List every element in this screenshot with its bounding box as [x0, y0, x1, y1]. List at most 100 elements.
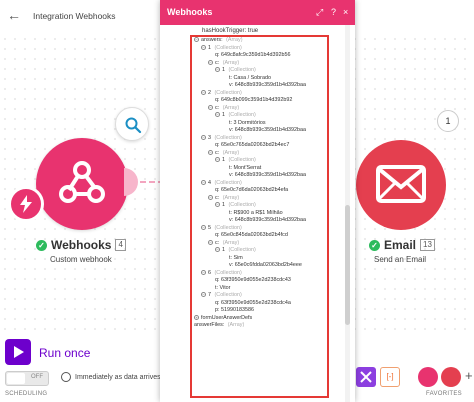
- tree-toggle-icon[interactable]: −: [215, 247, 220, 253]
- tree-row[interactable]: v: 648c8b939c359d1b4d392baa: [192, 82, 327, 90]
- tree-row[interactable]: t: Casa / Sobrado: [192, 75, 327, 83]
- tree-toggle-icon[interactable]: −: [215, 202, 220, 208]
- tree-row[interactable]: v: 65e0c6fdda02063bd2b4eee: [192, 262, 327, 270]
- tree-row-text: t: Vitor: [215, 284, 231, 291]
- tree-row[interactable]: −4 (Collection): [192, 180, 327, 188]
- search-icon[interactable]: [115, 107, 149, 141]
- tree-row-text: q: 649c8afc9c359d1b4d392b56: [215, 52, 291, 58]
- tree-row-text: 1: [222, 202, 227, 208]
- tree-row-type-hint: (Collection): [214, 269, 242, 276]
- tree-toggle-icon[interactable]: −: [201, 179, 206, 185]
- tree-row[interactable]: −1 (Collection): [192, 112, 327, 120]
- tree-row-text: formUserAnswerDefs: [201, 314, 253, 321]
- favorite-email-icon[interactable]: [441, 367, 461, 387]
- tree-row-type-hint: (Array): [222, 239, 240, 246]
- email-subtitle: Send an Email: [374, 255, 427, 264]
- tree-row[interactable]: − c: (Array): [192, 240, 327, 248]
- tree-row-type-hint: (Collection): [214, 44, 242, 51]
- panel-scrollbar[interactable]: [345, 25, 350, 402]
- tree-row[interactable]: −2 (Collection): [192, 90, 327, 98]
- tree-row[interactable]: −1 (Collection): [192, 157, 327, 165]
- schedule-text[interactable]: Immediately as data arrives.: [75, 374, 163, 381]
- tree-row-text: q: 65e0c765da02063bd2b4ec7: [215, 142, 290, 148]
- webhooks-module[interactable]: [36, 138, 128, 230]
- scheduling-label: SCHEDULING: [5, 391, 48, 397]
- tree-row[interactable]: t: Vitor: [192, 285, 327, 293]
- tree-toggle-icon[interactable]: −: [201, 224, 206, 230]
- close-icon[interactable]: ×: [343, 7, 348, 18]
- tree-row[interactable]: v: 648c8b939c359d1b4d392baa: [192, 172, 327, 180]
- tree-toggle-icon[interactable]: +: [194, 314, 199, 320]
- run-once-label[interactable]: Run once: [39, 346, 90, 360]
- tree-row[interactable]: − answers: (Array): [192, 37, 327, 45]
- tree-toggle-icon[interactable]: −: [201, 292, 206, 298]
- tree-toggle-icon[interactable]: −: [215, 157, 220, 163]
- tree-row-text: 1: [222, 247, 227, 253]
- tree-row[interactable]: q: 65e0c7d6da02063bd2b4efa: [192, 187, 327, 195]
- tree-row[interactable]: −3 (Collection): [192, 135, 327, 143]
- favorite-webhooks-icon[interactable]: [418, 367, 438, 387]
- tree-row[interactable]: − c: (Array): [192, 150, 327, 158]
- tree-row-text: t: Mont'Serrat: [229, 164, 262, 171]
- tree-row[interactable]: v: 648c8b939c359d1b4d392baa: [192, 217, 327, 225]
- tree-row[interactable]: −1 (Collection): [192, 247, 327, 255]
- tree-row[interactable]: q: 65e0c845da02063bd2b4fcd: [192, 232, 327, 240]
- tree-toggle-icon[interactable]: −: [208, 194, 213, 200]
- tree-row-text: answerFiles:: [194, 322, 226, 328]
- tree-row-text: answers:: [201, 37, 225, 43]
- tree-toggle-icon[interactable]: −: [194, 37, 199, 43]
- tree-toggle-icon[interactable]: −: [208, 59, 213, 65]
- tools-button[interactable]: [356, 367, 376, 387]
- run-once-button[interactable]: [5, 339, 31, 365]
- tree-toggle-icon[interactable]: −: [201, 134, 206, 140]
- tree-row[interactable]: v: 648c8b939c359d1b4d392baa: [192, 127, 327, 135]
- tree-row[interactable]: answerFiles: (Array): [192, 322, 327, 330]
- tree-toggle-icon[interactable]: −: [208, 104, 213, 110]
- tree-row[interactable]: −1 (Collection): [192, 202, 327, 210]
- tree-row[interactable]: − c: (Array): [192, 195, 327, 203]
- tree-row[interactable]: q: 649c8b099c359d1b4d392b92: [192, 97, 327, 105]
- clock-icon[interactable]: [61, 372, 71, 382]
- hook-trigger-line: hasHookTrigger: true: [202, 28, 259, 34]
- tree-toggle-icon[interactable]: −: [208, 239, 213, 245]
- tree-toggle-icon[interactable]: −: [215, 67, 220, 73]
- expand-icon[interactable]: ⤢: [316, 7, 323, 18]
- tree-row-type-hint: (Collection): [228, 112, 256, 118]
- tree-row-type-hint: (Collection): [228, 202, 256, 208]
- tree-row[interactable]: − c: (Array): [192, 105, 327, 113]
- email-module[interactable]: [356, 140, 446, 230]
- tree-row[interactable]: q: 63f3950e9d055e2d238cdc43: [192, 277, 327, 285]
- arrow-left-icon[interactable]: ←: [6, 7, 22, 23]
- help-icon[interactable]: ?: [331, 7, 336, 18]
- tree-row[interactable]: −6 (Collection): [192, 270, 327, 278]
- tree-toggle-icon[interactable]: −: [215, 112, 220, 118]
- scheduling-toggle[interactable]: OFF: [5, 371, 49, 386]
- instant-trigger-badge: [8, 186, 44, 222]
- tree-row[interactable]: −1 (Collection): [192, 45, 327, 53]
- tree-toggle-icon[interactable]: −: [201, 269, 206, 275]
- bundle-count-bubble[interactable]: 1: [437, 110, 459, 132]
- tree-row[interactable]: q: 65e0c765da02063bd2b4ec7: [192, 142, 327, 150]
- tree-row[interactable]: −7 (Collection): [192, 292, 327, 300]
- tree-row[interactable]: q: 63f3950e9d055e2d238cdc4a: [192, 300, 327, 308]
- tree-row-type-hint: (Array): [222, 194, 240, 201]
- tree-row[interactable]: t: Sim: [192, 255, 327, 263]
- tree-row-text: c:: [215, 194, 221, 201]
- tree-row[interactable]: − c: (Array): [192, 60, 327, 68]
- tree-row[interactable]: q: 649c8afc9c359d1b4d392b56: [192, 52, 327, 60]
- tree-toggle-icon[interactable]: −: [201, 89, 206, 95]
- tree-row-text: v: 648c8b939c359d1b4d392baa: [229, 217, 307, 223]
- add-favorite-button[interactable]: +: [465, 368, 473, 383]
- tree-row[interactable]: −1 (Collection): [192, 67, 327, 75]
- panel-title: Webhooks: [167, 7, 213, 17]
- tree-row[interactable]: t: R$900 a R$1 Milhão: [192, 210, 327, 218]
- tree-row[interactable]: t: 3 Dormitórios: [192, 120, 327, 128]
- tree-toggle-icon[interactable]: −: [208, 149, 213, 155]
- tree-row[interactable]: −5 (Collection): [192, 225, 327, 233]
- scroll-thumb[interactable]: [345, 205, 350, 325]
- tree-row[interactable]: p: 51990183586: [192, 307, 327, 315]
- tree-row[interactable]: t: Mont'Serrat: [192, 165, 327, 173]
- flow-control-button[interactable]: [-]: [380, 367, 400, 387]
- tree-row[interactable]: + formUserAnswerDefs: [192, 315, 327, 323]
- tree-toggle-icon[interactable]: −: [201, 44, 206, 50]
